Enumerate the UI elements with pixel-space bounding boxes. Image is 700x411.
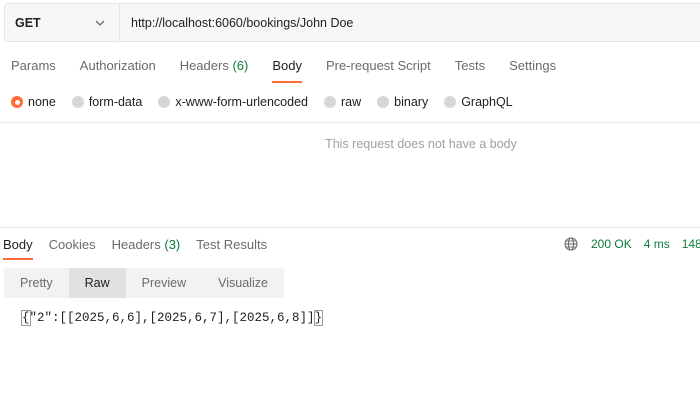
response-meta: 200 OK 4 ms 148 [564, 237, 700, 251]
tab-tests[interactable]: Tests [455, 48, 485, 83]
tab-params[interactable]: Params [11, 48, 56, 83]
tab-pre-request-script[interactable]: Pre-request Script [326, 48, 431, 83]
request-url-bar: GET [4, 3, 700, 42]
radio-icon[interactable] [71, 96, 84, 108]
view-pretty-button[interactable]: Pretty [4, 268, 69, 298]
response-view-modes: Pretty Raw Preview Visualize [4, 268, 284, 298]
divider [0, 122, 700, 123]
open-brace: { [21, 310, 31, 326]
body-type-binary[interactable]: binary [377, 95, 428, 109]
radio-icon[interactable] [444, 96, 457, 108]
globe-icon[interactable] [564, 237, 578, 251]
response-tabs: Body Cookies Headers (3) Test Results [3, 228, 283, 260]
body-type-raw[interactable]: raw [324, 95, 361, 109]
response-status[interactable]: 200 OK [591, 237, 632, 251]
response-size[interactable]: 148 [682, 237, 700, 251]
view-preview-button[interactable]: Preview [126, 268, 202, 298]
headers-count: (6) [232, 58, 249, 73]
tab-body[interactable]: Body [272, 48, 302, 83]
tab-headers[interactable]: Headers (6) [180, 48, 249, 83]
response-tab-body[interactable]: Body [3, 228, 33, 260]
body-type-urlencoded[interactable]: x-www-form-urlencoded [158, 95, 308, 109]
radio-icon[interactable] [377, 96, 390, 108]
response-headers-count: (3) [164, 237, 181, 252]
view-raw-button[interactable]: Raw [68, 268, 126, 298]
response-tab-cookies[interactable]: Cookies [49, 228, 96, 260]
radio-icon[interactable] [324, 96, 336, 108]
raw-response-body[interactable]: {"2":[[2025,6,6],[2025,6,7],[2025,6,8]]} [21, 310, 324, 326]
view-visualize-button[interactable]: Visualize [202, 268, 284, 298]
body-type-graphql[interactable]: GraphQL [444, 95, 513, 109]
url-input[interactable] [120, 4, 700, 41]
tab-settings[interactable]: Settings [509, 48, 556, 83]
radio-icon[interactable] [158, 96, 171, 108]
response-time[interactable]: 4 ms [644, 237, 670, 251]
request-tabs: Params Authorization Headers (6) Body Pr… [11, 48, 580, 83]
radio-selected-icon[interactable] [11, 96, 23, 108]
close-brace: } [313, 310, 324, 326]
response-tab-headers[interactable]: Headers (3) [112, 228, 181, 260]
chevron-down-icon [93, 16, 107, 30]
method-selector[interactable]: GET [5, 4, 120, 41]
tab-authorization[interactable]: Authorization [80, 48, 156, 83]
empty-body-message: This request does not have a body [325, 137, 517, 151]
body-type-options: none form-data x-www-form-urlencoded raw… [11, 95, 529, 109]
method-label: GET [15, 15, 41, 30]
body-type-none[interactable]: none [11, 95, 56, 109]
body-type-form-data[interactable]: form-data [71, 95, 142, 109]
raw-body-content: "2":[[2025,6,6],[2025,6,7],[2025,6,8]] [29, 311, 315, 325]
response-tab-test-results[interactable]: Test Results [196, 228, 267, 260]
